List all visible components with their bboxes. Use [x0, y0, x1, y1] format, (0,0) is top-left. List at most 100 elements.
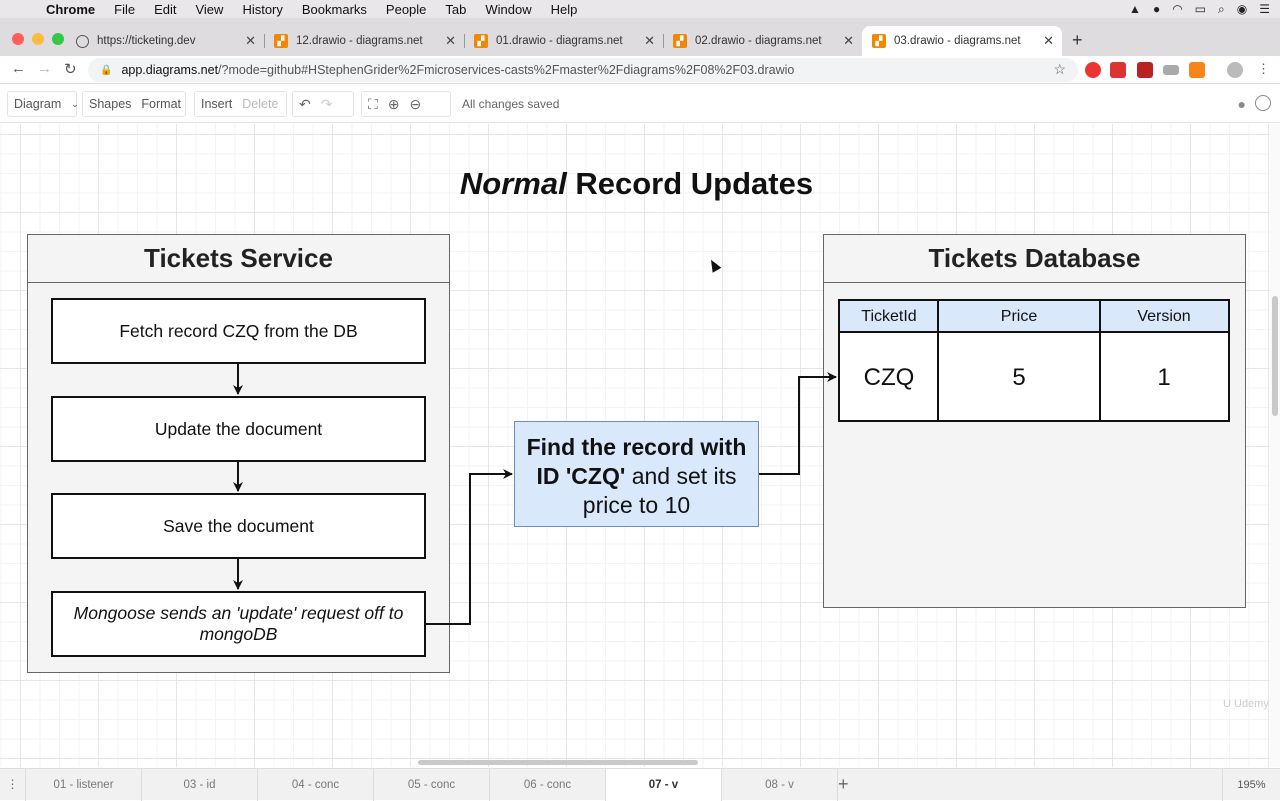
cell-version: 1: [1157, 364, 1171, 391]
pages-menu-icon[interactable]: ⋮: [0, 769, 26, 801]
page-tab[interactable]: 08 - v: [722, 769, 838, 801]
menu-help[interactable]: Help: [551, 2, 578, 17]
tab-ticketing[interactable]: https://ticketing.dev ✕: [66, 26, 265, 56]
tab-title: 01.drawio - diagrams.net: [496, 35, 623, 47]
page-tab-active[interactable]: 07 - v: [606, 769, 722, 801]
bookmark-star-icon[interactable]: ☆: [1053, 61, 1066, 78]
zoom-level[interactable]: 195%: [1222, 769, 1280, 801]
horizontal-scroll-thumb[interactable]: [418, 760, 698, 765]
tickets-database-title: Tickets Database: [824, 235, 1245, 283]
zoom-out-icon[interactable]: ⊖: [410, 96, 422, 113]
diagram-menu-label: Diagram: [14, 97, 62, 111]
notification-center-icon[interactable]: ☰: [1259, 2, 1270, 16]
spotlight-search-icon[interactable]: ⌕: [1218, 2, 1225, 17]
page-tab[interactable]: 05 - conc: [374, 769, 490, 801]
close-tab-icon[interactable]: ✕: [445, 33, 456, 49]
status-icons: ▲ ● ◠ ▭ ⌕ ◉ ☰: [1129, 0, 1270, 18]
back-arrow-icon[interactable]: ←: [11, 60, 26, 77]
wifi-icon[interactable]: ◠: [1172, 2, 1182, 16]
close-window-button[interactable]: [12, 33, 24, 45]
user-icon[interactable]: ●: [1238, 96, 1246, 112]
udemy-watermark-logo: U Udemy: [1223, 698, 1269, 710]
table-divider: [937, 301, 939, 422]
lock-icon: 🔒: [100, 64, 113, 76]
step-update-document[interactable]: Update the document: [51, 396, 426, 462]
siri-icon[interactable]: ◉: [1237, 2, 1247, 16]
lastpass-extension-icon[interactable]: [1110, 62, 1126, 78]
menu-history[interactable]: History: [242, 2, 282, 17]
view-group: ⛶ ⊕ ⊖: [361, 91, 451, 117]
menu-app-name[interactable]: Chrome: [46, 2, 95, 17]
step-text: Update the document: [154, 418, 323, 439]
minimize-window-button[interactable]: [32, 33, 44, 45]
undo-icon[interactable]: ↶: [299, 96, 311, 113]
tab-02-drawio[interactable]: ▞ 02.drawio - diagrams.net ✕: [663, 26, 862, 56]
title-italic: Normal: [459, 166, 567, 201]
close-tab-icon[interactable]: ✕: [1043, 33, 1054, 49]
tab-12-drawio[interactable]: ▞ 12.drawio - diagrams.net ✕: [264, 26, 465, 56]
close-tab-icon[interactable]: ✕: [245, 33, 256, 49]
fit-page-icon[interactable]: ⛶: [368, 96, 378, 113]
url-input[interactable]: 🔒 app.diagrams.net/?mode=github#HStephen…: [88, 58, 1078, 82]
zoom-in-icon[interactable]: ⊕: [388, 96, 400, 113]
drawio-toolbar: Diagram ⌄ Shapes Format Insert Delete ↶ ↷…: [0, 85, 1280, 123]
delete-button[interactable]: Delete: [242, 97, 278, 111]
reload-icon[interactable]: ↻: [64, 60, 77, 78]
page-tab[interactable]: 06 - conc: [490, 769, 606, 801]
drawio-icon: ▞: [872, 34, 886, 48]
tab-01-drawio[interactable]: ▞ 01.drawio - diagrams.net ✕: [464, 26, 664, 56]
column-header-ticketid: TicketId: [840, 301, 938, 333]
menu-tab[interactable]: Tab: [445, 2, 466, 17]
opera-extension-icon[interactable]: [1085, 62, 1101, 78]
page-tab[interactable]: 03 - id: [142, 769, 258, 801]
update-request-box[interactable]: Find the record with ID 'CZQ' and set it…: [514, 421, 759, 527]
new-tab-plus-icon[interactable]: +: [1072, 30, 1083, 51]
metamask-extension-icon[interactable]: [1189, 62, 1205, 78]
docker-icon[interactable]: ▲: [1129, 2, 1141, 16]
close-tab-icon[interactable]: ✕: [843, 33, 854, 49]
drawio-icon: ▞: [673, 34, 687, 48]
step-fetch-record[interactable]: Fetch record CZQ from the DB: [51, 298, 426, 364]
maximize-window-button[interactable]: [52, 33, 64, 45]
tickets-service-title: Tickets Service: [28, 235, 449, 283]
insert-button[interactable]: Insert: [201, 97, 232, 111]
vertical-scroll-thumb[interactable]: [1272, 296, 1278, 416]
menu-bookmarks[interactable]: Bookmarks: [302, 2, 367, 17]
profile-avatar[interactable]: [1227, 62, 1243, 78]
step-save-document[interactable]: Save the document: [51, 493, 426, 559]
cell-ticketid: CZQ: [863, 364, 915, 391]
column-header-price: Price: [938, 301, 1100, 333]
page-tab[interactable]: 04 - conc: [258, 769, 374, 801]
menu-view[interactable]: View: [195, 2, 223, 17]
edit-group: Insert Delete: [194, 91, 287, 117]
tickets-table[interactable]: TicketId Price Version CZQ 5 1: [838, 299, 1230, 422]
page-tabs-bar: ⋮ 01 - listener 03 - id 04 - conc 05 - c…: [0, 768, 1280, 801]
page-tab[interactable]: 01 - listener: [26, 769, 142, 801]
menu-edit[interactable]: Edit: [154, 2, 176, 17]
add-page-plus-icon[interactable]: +: [838, 774, 849, 795]
diagram-menu[interactable]: Diagram ⌄: [7, 91, 79, 117]
address-bar-row: ← → ↻ 🔒 app.diagrams.net/?mode=github#HS…: [0, 56, 1280, 84]
macos-menu-bar: Chrome File Edit View History Bookmarks …: [0, 0, 1280, 18]
redo-icon[interactable]: ↷: [321, 96, 333, 113]
menu-file[interactable]: File: [114, 2, 135, 17]
menu-window[interactable]: Window: [485, 2, 531, 17]
diagram-title[interactable]: Normal Record Updates: [0, 166, 1273, 202]
tab-03-drawio-active[interactable]: ▞ 03.drawio - diagrams.net ✕: [862, 26, 1062, 56]
battery-icon[interactable]: ▭: [1195, 2, 1206, 16]
browser-menu-icon[interactable]: ⋮: [1257, 61, 1270, 77]
ublock-extension-icon[interactable]: [1137, 62, 1153, 78]
close-tab-icon[interactable]: ✕: [644, 33, 655, 49]
title-rest: Record Updates: [575, 166, 814, 201]
language-globe-icon[interactable]: [1255, 95, 1271, 111]
forward-arrow-icon[interactable]: →: [37, 60, 52, 77]
history-group: ↶ ↷: [292, 91, 354, 117]
tab-title: 12.drawio - diagrams.net: [296, 35, 423, 47]
creative-cloud-icon[interactable]: ●: [1153, 2, 1160, 16]
vertical-scrollbar[interactable]: [1270, 124, 1280, 767]
format-button[interactable]: Format: [141, 97, 181, 111]
menu-people[interactable]: People: [386, 2, 426, 17]
reader-extension-icon[interactable]: [1163, 65, 1179, 75]
step-mongoose-update[interactable]: Mongoose sends an 'update' request off t…: [51, 591, 426, 657]
shapes-button[interactable]: Shapes: [89, 97, 131, 111]
